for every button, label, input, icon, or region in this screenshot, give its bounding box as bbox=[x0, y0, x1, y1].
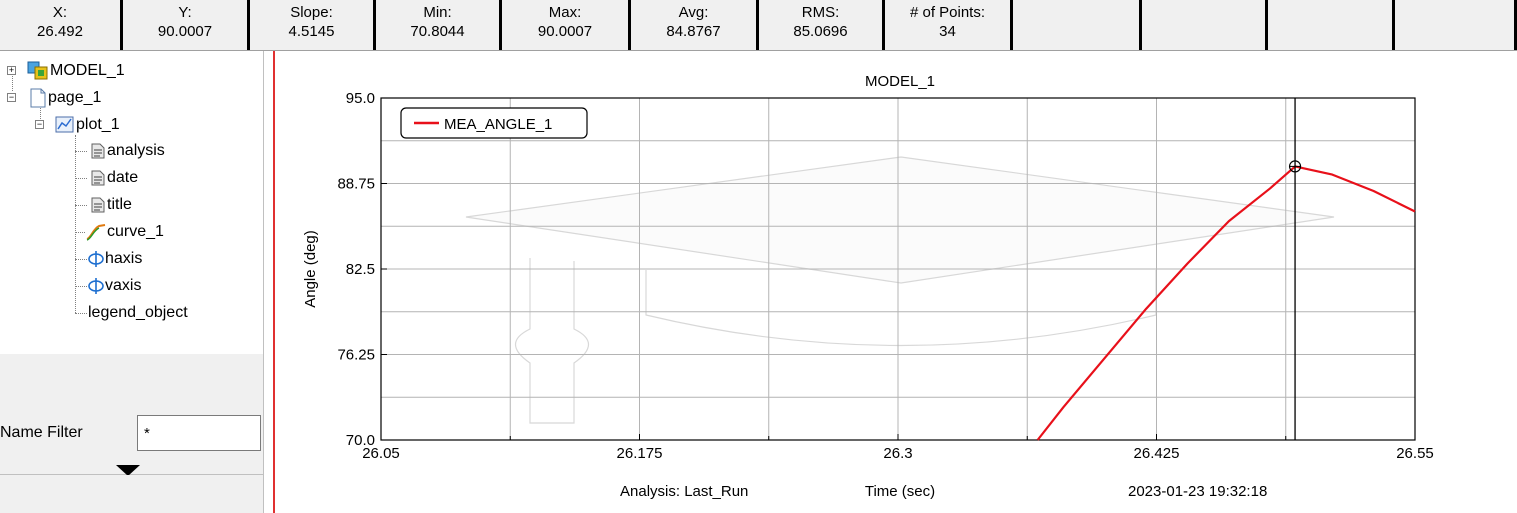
y-axis-label: Angle (deg) bbox=[302, 230, 319, 308]
tree-connector bbox=[75, 313, 87, 314]
text-item-icon bbox=[91, 143, 105, 159]
stat-max-value: 90.0007 bbox=[537, 23, 593, 40]
y-tick-label: 95.0 bbox=[346, 90, 375, 107]
tree-node-vaxis-label: vaxis bbox=[105, 277, 142, 294]
tree-node-curve-label: curve_1 bbox=[107, 223, 164, 240]
stat-points: # of Points: 34 bbox=[885, 0, 1010, 50]
tree-node-date[interactable]: date bbox=[89, 167, 138, 189]
stat-min-label: Min: bbox=[423, 4, 452, 21]
x-tick-label: 26.55 bbox=[1396, 445, 1434, 462]
chart-grid bbox=[380, 97, 1416, 441]
collapse-plot-button[interactable]: − bbox=[35, 120, 44, 129]
stat-avg: Avg: 84.8767 bbox=[631, 0, 756, 50]
analysis-label: Analysis: Last_Run bbox=[620, 483, 748, 500]
stat-avg-label: Avg: bbox=[678, 4, 709, 21]
tree-node-page[interactable]: page_1 bbox=[28, 87, 101, 109]
collapse-page-button[interactable]: − bbox=[7, 93, 16, 102]
stat-rms-value: 85.0696 bbox=[793, 23, 848, 40]
text-item-icon bbox=[91, 197, 105, 213]
x-tick-label: 26.425 bbox=[1134, 445, 1180, 462]
stat-points-value: 34 bbox=[939, 23, 956, 40]
stat-divider bbox=[1392, 0, 1395, 50]
date-label: 2023-01-23 19:32:18 bbox=[1128, 483, 1267, 500]
stat-rms: RMS: 85.0696 bbox=[759, 0, 882, 50]
tree-node-haxis[interactable]: haxis bbox=[87, 248, 142, 270]
tree-node-curve[interactable]: curve_1 bbox=[85, 221, 164, 243]
tree-node-vaxis[interactable]: vaxis bbox=[87, 275, 141, 297]
stat-slope: Slope: 4.5145 bbox=[250, 0, 373, 50]
splitter-line bbox=[263, 51, 264, 513]
tree-node-analysis[interactable]: analysis bbox=[89, 140, 165, 162]
stat-max: Max: 90.0007 bbox=[502, 0, 628, 50]
y-tick-label: 76.25 bbox=[337, 347, 375, 364]
tree-node-plot[interactable]: plot_1 bbox=[54, 114, 120, 136]
name-filter-input[interactable] bbox=[137, 415, 261, 451]
expand-model-button[interactable]: + bbox=[7, 66, 16, 75]
axis-icon bbox=[88, 278, 104, 294]
stat-y-value: 90.0007 bbox=[157, 23, 213, 40]
tree-node-title[interactable]: title bbox=[89, 194, 132, 216]
x-tick-label: 26.175 bbox=[617, 445, 663, 462]
tree-node-page-label: page_1 bbox=[48, 89, 102, 106]
stat-x-label: X: bbox=[52, 4, 68, 21]
stat-max-label: Max: bbox=[548, 4, 582, 21]
plot-icon bbox=[55, 116, 74, 133]
stat-slope-label: Slope: bbox=[290, 4, 333, 21]
sidebar: + MODEL_1 − page_1 − plot_1 analysis dat… bbox=[0, 51, 263, 513]
stat-x: X: 26.492 bbox=[0, 0, 120, 50]
tree-node-title-label: title bbox=[107, 196, 132, 213]
line-chart[interactable]: MODEL_1 26.05 26.175 26.3 26.425 26.5595.088… bbox=[276, 51, 1517, 513]
model-icon bbox=[27, 61, 48, 80]
tree-connector bbox=[75, 232, 85, 233]
stat-min: Min: 70.8044 bbox=[376, 0, 499, 50]
x-tick-label: 26.3 bbox=[883, 445, 912, 462]
stat-slope-value: 4.5145 bbox=[288, 23, 335, 40]
stat-avg-value: 84.8767 bbox=[666, 23, 721, 40]
chevron-down-icon bbox=[116, 465, 140, 476]
stat-points-label: # of Points: bbox=[909, 4, 986, 21]
stat-min-value: 70.8044 bbox=[410, 23, 465, 40]
x-axis-label: Time (sec) bbox=[865, 483, 935, 500]
curve-icon bbox=[86, 224, 106, 241]
tree-node-haxis-label: haxis bbox=[105, 250, 143, 267]
stat-empty-slot bbox=[1013, 0, 1139, 50]
legend-label: MEA_ANGLE_1 bbox=[444, 116, 552, 133]
object-tree: + MODEL_1 − page_1 − plot_1 analysis dat… bbox=[0, 51, 263, 354]
chart-title: MODEL_1 bbox=[865, 73, 935, 90]
tree-connector bbox=[75, 151, 87, 152]
splitter-line bbox=[273, 51, 275, 513]
stat-y: Y: 90.0007 bbox=[123, 0, 247, 50]
tree-node-plot-label: plot_1 bbox=[76, 116, 120, 133]
stat-y-label: Y: bbox=[178, 4, 192, 21]
y-tick-label: 82.5 bbox=[346, 261, 375, 278]
plot-area[interactable]: MODEL_1 26.05 26.175 26.3 26.425 26.55 95.0 88… bbox=[276, 51, 1517, 513]
text-item-icon bbox=[91, 170, 105, 186]
axis-icon bbox=[88, 251, 104, 267]
statistics-bar: X: 26.492 Y: 90.0007 Slope: 4.5145 Min: … bbox=[0, 0, 1517, 51]
tree-node-date-label: date bbox=[107, 169, 139, 186]
chart-legend[interactable]: MEA_ANGLE_1 bbox=[400, 107, 588, 139]
filter-expand-button[interactable] bbox=[0, 451, 263, 476]
pane-splitter[interactable] bbox=[263, 51, 276, 513]
stat-x-value: 26.492 bbox=[37, 23, 83, 40]
stat-divider bbox=[1139, 0, 1142, 50]
graduation-cap-watermark bbox=[465, 156, 1335, 424]
page-icon bbox=[30, 88, 46, 108]
tree-node-legend-object[interactable]: legend_object bbox=[88, 302, 188, 324]
tree-node-model[interactable]: MODEL_1 bbox=[26, 60, 125, 82]
y-tick-label: 88.75 bbox=[337, 176, 375, 193]
tree-node-model-label: MODEL_1 bbox=[50, 62, 125, 79]
stat-rms-label: RMS: bbox=[801, 4, 840, 21]
stat-divider bbox=[1265, 0, 1268, 50]
tree-connector bbox=[75, 286, 87, 287]
tree-connector bbox=[75, 178, 87, 179]
name-filter-label: Name Filter bbox=[0, 424, 83, 441]
tree-node-legend-object-label: legend_object bbox=[88, 304, 188, 321]
tree-node-analysis-label: analysis bbox=[107, 142, 165, 159]
tree-connector bbox=[75, 205, 87, 206]
tree-connector bbox=[75, 259, 87, 260]
y-tick-label: 70.0 bbox=[346, 432, 375, 449]
